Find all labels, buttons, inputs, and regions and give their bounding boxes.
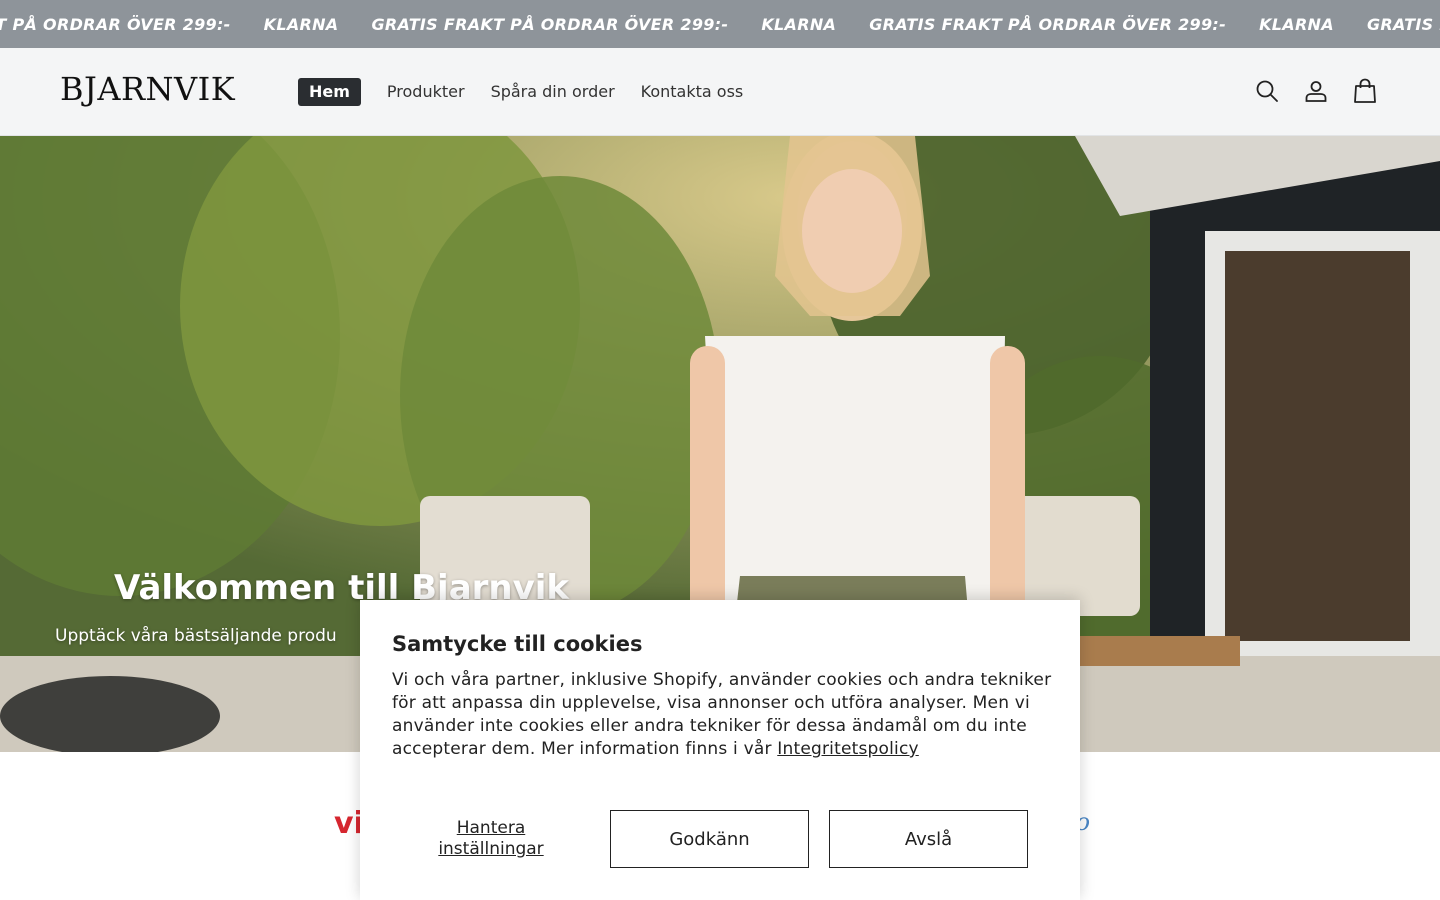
nav-item-kontakta[interactable]: Kontakta oss xyxy=(641,78,744,106)
accept-button[interactable]: Godkänn xyxy=(610,810,809,868)
header-icons xyxy=(1233,76,1380,106)
cart-icon[interactable] xyxy=(1350,76,1380,106)
hero-subtitle: Upptäck våra bästsäljande produ xyxy=(55,626,337,646)
announcement-item: GRATIS FRAK xyxy=(1366,14,1440,34)
announcement-item: GRATIS FRAKT PÅ ORDRAR ÖVER 299:- xyxy=(869,14,1227,34)
cookie-description: Vi och våra partner, inklusive Shopify, … xyxy=(392,669,1052,761)
search-icon[interactable] xyxy=(1252,76,1282,106)
announcement-item: KLARNA xyxy=(761,14,837,34)
account-icon[interactable] xyxy=(1301,76,1331,106)
announcement-item: KLARNA xyxy=(1259,14,1334,34)
nav-item-spara-order[interactable]: Spåra din order xyxy=(491,78,615,106)
announcement-item: AKT PÅ ORDRAR ÖVER 299:- xyxy=(0,14,231,34)
announcement-item: KLARNA xyxy=(263,14,339,34)
announcement-item: GRATIS FRAKT PÅ ORDRAR ÖVER 299:- xyxy=(371,14,729,34)
announcement-bar: AKT PÅ ORDRAR ÖVER 299:- KLARNA GRATIS F… xyxy=(0,0,1440,48)
cookie-title: Samtycke till cookies xyxy=(392,632,643,656)
nav-item-produkter[interactable]: Produkter xyxy=(387,78,465,106)
announcement-track: AKT PÅ ORDRAR ÖVER 299:- KLARNA GRATIS F… xyxy=(0,0,1440,48)
site-logo[interactable]: BJARNVIK xyxy=(60,70,235,108)
cookie-consent-dialog: Samtycke till cookies Vi och våra partne… xyxy=(360,600,1080,900)
main-nav: Hem Produkter Spåra din order Kontakta o… xyxy=(298,78,769,106)
nav-item-hem[interactable]: Hem xyxy=(298,78,361,106)
manage-settings-button[interactable]: Hantera inställningar xyxy=(420,818,562,860)
site-header: BJARNVIK Hem Produkter Spåra din order K… xyxy=(0,48,1440,136)
cookie-text: Vi och våra partner, inklusive Shopify, … xyxy=(392,670,1052,759)
privacy-policy-link[interactable]: Integritetspolicy xyxy=(777,739,919,759)
decline-button[interactable]: Avslå xyxy=(829,810,1028,868)
